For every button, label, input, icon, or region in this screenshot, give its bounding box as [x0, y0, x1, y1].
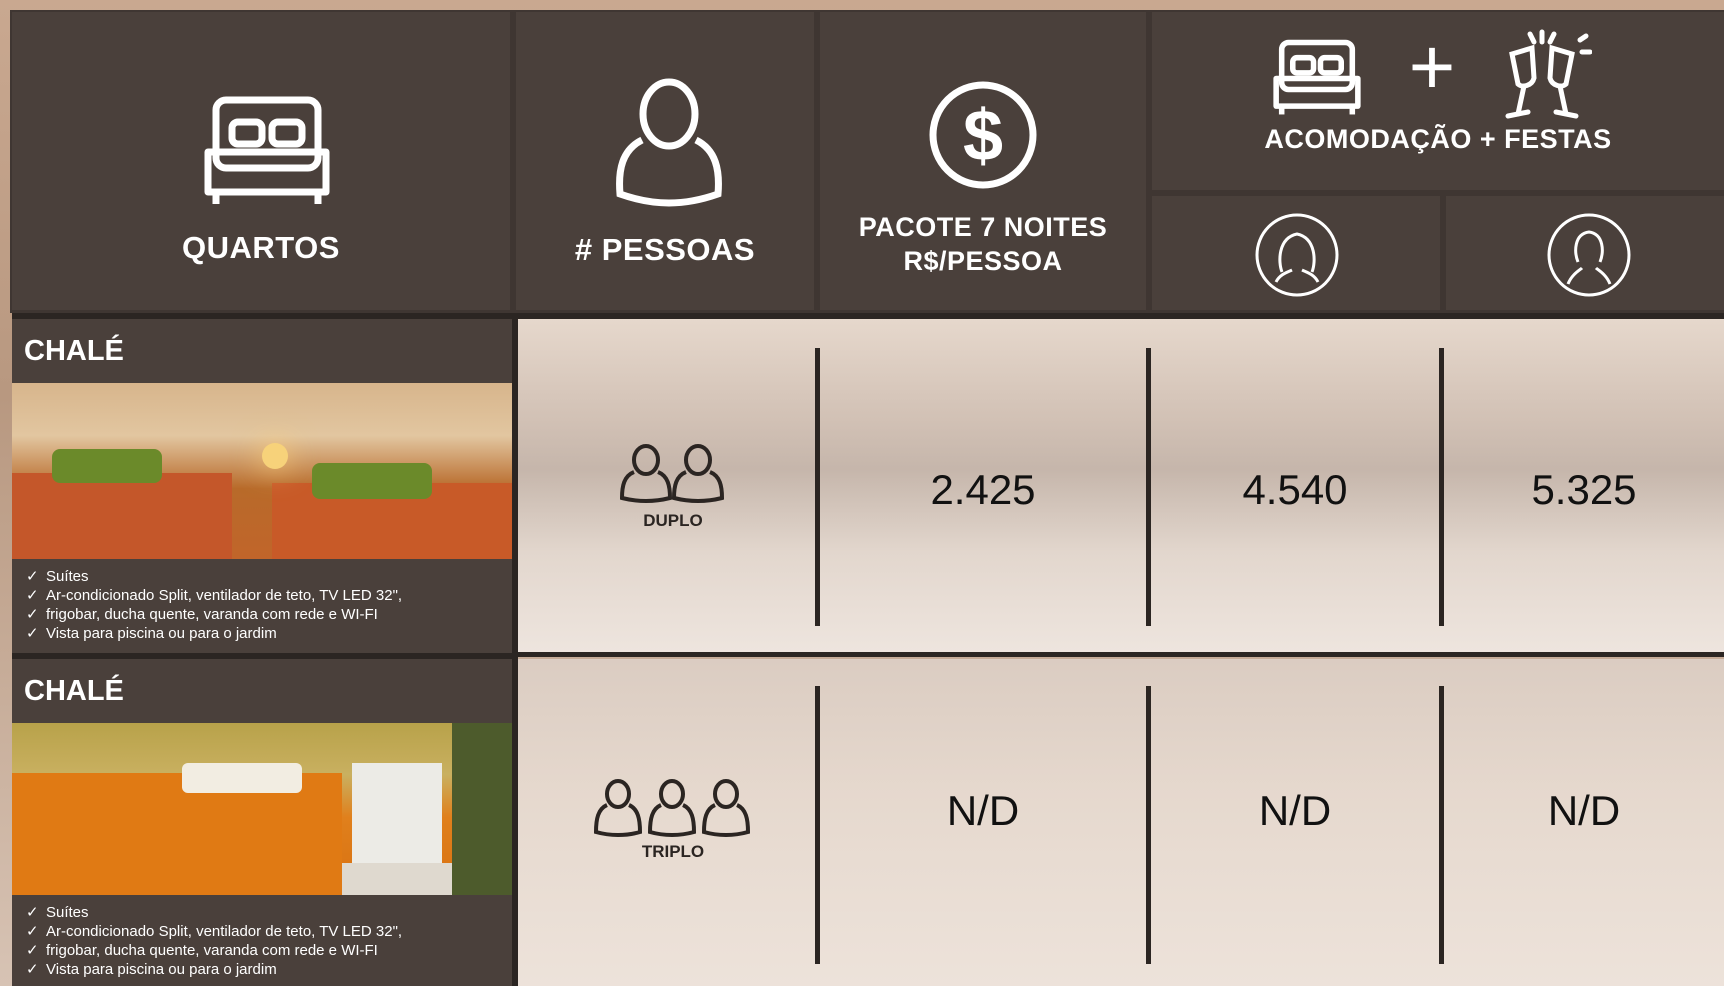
- bed-icon: [1273, 39, 1361, 115]
- feature-item: Ar-condicionado Split, ventilador de tet…: [26, 922, 502, 941]
- room-features: Suítes Ar-condicionado Split, ventilador…: [12, 895, 512, 986]
- feature-item: Suítes: [26, 567, 502, 586]
- price-male: N/D: [1547, 787, 1621, 834]
- room-photo: [12, 723, 512, 895]
- svg-text:$: $: [963, 96, 1003, 176]
- price-male: 5.325: [1531, 466, 1637, 513]
- bed-icon: [204, 96, 330, 204]
- photo-door: [452, 723, 512, 895]
- price-female: N/D: [1258, 787, 1332, 834]
- three-people-icon: [593, 779, 751, 837]
- occupancy-label: TRIPLO: [641, 842, 705, 861]
- header-quartos: QUARTOS: [12, 12, 510, 310]
- female-icon: [1255, 213, 1339, 297]
- two-people-icon: [619, 444, 725, 503]
- feature-text: frigobar, ducha quente, varanda com rede…: [46, 942, 378, 959]
- header-pacote-line2: R$/PESSOA: [903, 246, 1063, 276]
- room-card-1: CHALÉ Suítes Ar-condicionado Split, vent…: [12, 319, 512, 653]
- photo-towel: [182, 763, 302, 793]
- photo-pillow-left: [52, 449, 162, 483]
- photo-pillow-right: [312, 463, 432, 499]
- header-male: [1446, 196, 1724, 310]
- feature-item-cont: frigobar, ducha quente, varanda com rede…: [26, 605, 502, 624]
- champagne-icon: [1505, 29, 1592, 119]
- plus-sign: +: [1408, 22, 1456, 111]
- feature-item: Vista para piscina ou para o jardim: [26, 624, 502, 643]
- header-pacote-line1: PACOTE 7 NOITES: [858, 212, 1108, 242]
- male-icon: [1547, 213, 1631, 297]
- price-package: 2.425: [930, 466, 1036, 513]
- occupancy-label: DUPLO: [643, 511, 703, 530]
- dollar-icon: $: [929, 81, 1037, 189]
- header-pacote: $ PACOTE 7 NOITES R$/PESSOA: [820, 12, 1146, 310]
- person-icon: [616, 78, 722, 207]
- photo-lamp: [262, 443, 288, 469]
- room-title: CHALÉ: [12, 319, 512, 383]
- photo-floor: [342, 863, 452, 895]
- header-acomodacao-festas-label: ACOMODAÇÃO + FESTAS: [1264, 124, 1612, 154]
- row-separator: [518, 652, 1724, 657]
- feature-item: Ar-condicionado Split, ventilador de tet…: [26, 586, 502, 605]
- price-female: 4.540: [1242, 466, 1348, 513]
- room-title: CHALÉ: [12, 659, 512, 723]
- feature-item: Vista para piscina ou para o jardim: [26, 960, 502, 979]
- room-features: Suítes Ar-condicionado Split, ventilador…: [12, 559, 512, 653]
- header-bottom-border: [12, 313, 1724, 319]
- header-female: [1152, 196, 1440, 310]
- feature-text: frigobar, ducha quente, varanda com rede…: [46, 606, 378, 623]
- photo-fridge: [352, 763, 442, 863]
- price-package: N/D: [946, 787, 1020, 834]
- row-gap: [12, 653, 512, 659]
- photo-bed-left: [12, 473, 232, 559]
- room-card-2: CHALÉ Suítes Ar-condicionado Split, vent…: [12, 659, 512, 986]
- column-gap: [512, 313, 518, 986]
- room-photo: [12, 383, 512, 559]
- header-pessoas-label: # PESSOAS: [574, 232, 756, 267]
- header-pessoas: # PESSOAS: [516, 12, 814, 310]
- header-quartos-label: QUARTOS: [182, 230, 340, 265]
- feature-item: Suítes: [26, 903, 502, 922]
- header-acomodacao-festas: + ACOMODAÇÃO + FESTAS: [1152, 12, 1724, 190]
- feature-item-cont: frigobar, ducha quente, varanda com rede…: [26, 941, 502, 960]
